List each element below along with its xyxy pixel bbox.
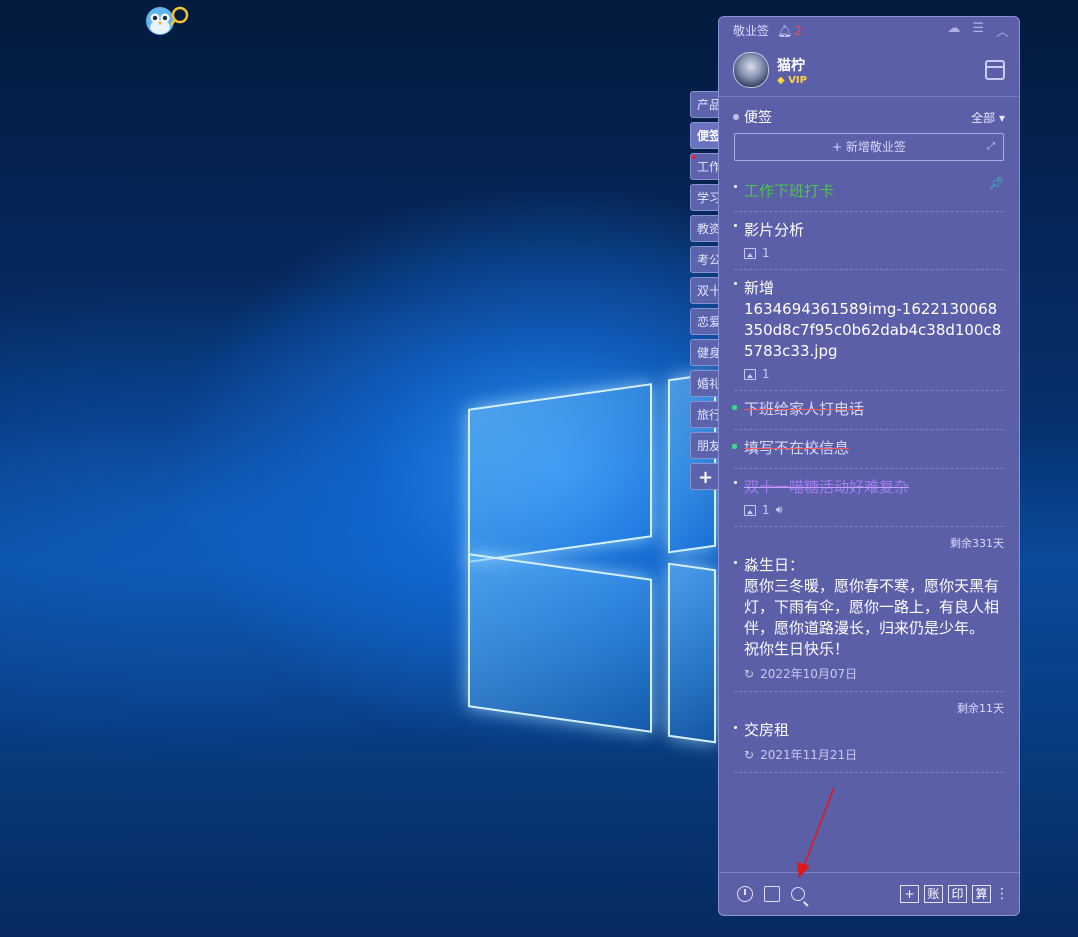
annotation-arrow (797, 787, 835, 878)
